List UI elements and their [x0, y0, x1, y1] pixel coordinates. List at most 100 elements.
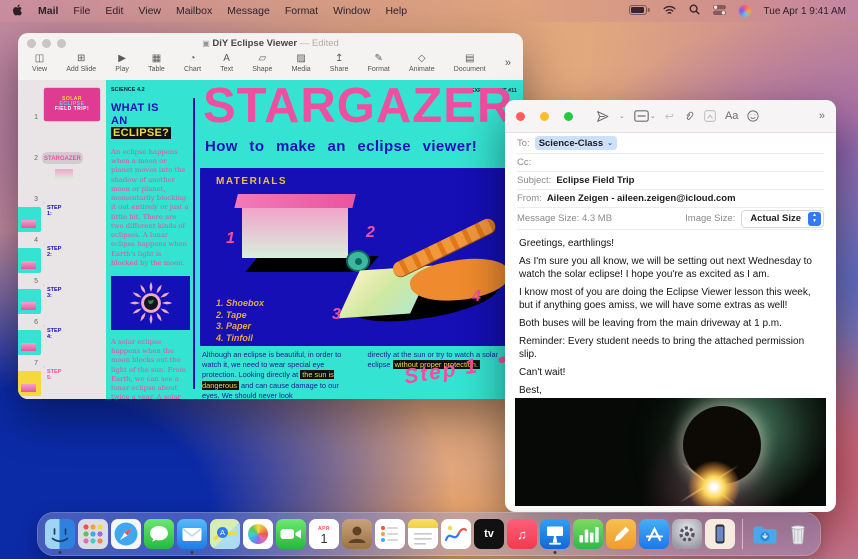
dock-launchpad[interactable]	[78, 519, 108, 549]
table-button[interactable]: ▦Table	[148, 54, 165, 73]
dock-maps[interactable]: A	[210, 519, 240, 549]
material-number-4: 4	[472, 288, 481, 306]
menu-clock[interactable]: Tue Apr 1 9:41 AM	[764, 6, 846, 17]
emoji-icon[interactable]	[747, 110, 759, 122]
chart-button[interactable]: ◔Chart	[184, 54, 201, 73]
document-icon: ▣	[202, 39, 210, 48]
dock-iphone-mirroring[interactable]	[705, 519, 735, 549]
message-size: Message Size: 4.3 MB	[517, 213, 612, 224]
column-divider	[193, 98, 195, 389]
materials-label: MATERIALS	[216, 176, 287, 187]
insert-icon[interactable]	[704, 110, 716, 122]
slide-left-column[interactable]: WHAT IS AN ECLIPSE? An eclipse happens w…	[111, 102, 190, 399]
menu-item-format[interactable]: Format	[285, 5, 318, 17]
dock-system-settings[interactable]	[672, 519, 702, 549]
chart-icon: ◔	[189, 54, 195, 66]
dock-music[interactable]: ♫	[507, 519, 537, 549]
animate-button[interactable]: ◇Animate	[409, 54, 435, 73]
minimize-button[interactable]	[540, 112, 549, 121]
wifi-icon[interactable]	[663, 5, 676, 18]
shape-button[interactable]: ▱Shape	[252, 54, 272, 73]
dock-trash[interactable]	[783, 519, 813, 549]
menu-item-window[interactable]: Window	[333, 5, 370, 17]
reply-icon[interactable]: ↩	[665, 110, 674, 123]
keynote-window: ▣ DiY Eclipse Viewer — Edited ◫View ⊞Add…	[18, 33, 523, 399]
menu-item-message[interactable]: Message	[227, 5, 270, 17]
animate-icon: ◇	[418, 54, 426, 66]
dock-photos[interactable]	[243, 519, 273, 549]
paperclip-icon[interactable]	[683, 110, 695, 123]
dock-reminders[interactable]	[375, 519, 405, 549]
send-button[interactable]	[596, 110, 609, 123]
dock-downloads[interactable]	[750, 519, 780, 549]
menu-item-mailbox[interactable]: Mailbox	[176, 5, 212, 17]
cc-field[interactable]: Cc:	[517, 154, 824, 172]
slide-thumbnail-1[interactable]: 1 SOLAR ECLIPSE FIELD TRIP!	[18, 84, 106, 125]
recipient-token[interactable]: Science-Class⌄	[535, 136, 617, 150]
control-center-icon[interactable]	[713, 5, 726, 18]
zoom-button[interactable]	[564, 112, 573, 121]
siri-icon[interactable]	[739, 5, 751, 17]
to-field[interactable]: To: Science-Class⌄	[517, 133, 824, 154]
dock-app-store[interactable]	[639, 519, 669, 549]
desktop: Mail File Edit View Mailbox Message Form…	[0, 0, 858, 559]
send-options-chevron-icon[interactable]: ⌄	[619, 112, 625, 120]
format-button[interactable]: ✎Format	[368, 54, 390, 73]
eclipse-photo-attachment[interactable]	[515, 398, 826, 506]
toolbar-overflow-button[interactable]: »	[819, 110, 825, 122]
subject-field[interactable]: Subject: Eclipse Field Trip	[517, 172, 824, 190]
material-number-3: 3	[332, 306, 341, 324]
dock-keynote[interactable]	[540, 519, 570, 549]
image-size-select[interactable]: Actual Size ▲▼	[741, 210, 824, 228]
media-button[interactable]: ▨Media	[292, 54, 311, 73]
apple-menu-icon[interactable]	[12, 4, 23, 19]
slide-canvas[interactable]: SCIENCE 4.2 EXPERIMENT #11 WHAT IS AN EC…	[106, 80, 523, 399]
menu-item-view[interactable]: View	[138, 5, 161, 17]
slide-subtitle[interactable]: How to make an eclipse viewer!	[205, 138, 477, 155]
body-paragraph: I know most of you are doing the Eclipse…	[519, 287, 822, 312]
dock-notes[interactable]	[408, 519, 438, 549]
science-tag: SCIENCE 4.2	[111, 87, 145, 93]
toolbar-overflow-button[interactable]: »	[505, 57, 511, 69]
menu-item-help[interactable]: Help	[385, 5, 407, 17]
dock-finder[interactable]	[45, 519, 75, 549]
music-note-icon: ♫	[517, 527, 527, 542]
play-button[interactable]: ▶Play	[115, 54, 129, 73]
document-button[interactable]: ▤Document	[454, 54, 486, 73]
sun-illustration[interactable]	[111, 276, 190, 330]
materials-list-item: 4. Tinfoil	[216, 333, 264, 345]
share-button[interactable]: ↥Share	[330, 54, 349, 73]
dock-calendar[interactable]: APR1	[309, 519, 339, 549]
dock-safari[interactable]	[111, 519, 141, 549]
battery-icon[interactable]	[629, 5, 650, 18]
dock-mail[interactable]	[177, 519, 207, 549]
dock-numbers[interactable]	[573, 519, 603, 549]
menu-item-edit[interactable]: Edit	[105, 5, 123, 17]
dock-freeform[interactable]	[441, 519, 471, 549]
mail-toolbar: ⌄ ⌄ ↩ Aa »	[505, 100, 836, 133]
message-body[interactable]: Greetings, earthlings! As I'm sure you a…	[505, 230, 836, 396]
dock-contacts[interactable]	[342, 519, 372, 549]
format-button[interactable]: Aa	[725, 110, 738, 122]
slide-thumbnail-2-selected[interactable]: 2 STARGAZER	[18, 125, 106, 166]
menu-item-file[interactable]: File	[73, 5, 90, 17]
view-button[interactable]: ◫View	[32, 54, 47, 73]
dock-facetime[interactable]	[276, 519, 306, 549]
dock-pages[interactable]	[606, 519, 636, 549]
add-slide-button[interactable]: ⊞Add Slide	[66, 54, 96, 73]
menu-item-mail[interactable]: Mail	[38, 5, 58, 17]
materials-box[interactable]: MATERIALS 1 2 3 4 1. Shoebox 2. Tape	[200, 168, 523, 346]
text-button[interactable]: AText	[220, 54, 233, 73]
from-field[interactable]: From: Aileen Zeigen - aileen.zeigen@iclo…	[517, 190, 824, 208]
materials-list-item: 2. Tape	[216, 310, 264, 322]
chevron-down-icon: ⌄	[607, 139, 613, 147]
body-paragraph: Reminder: Every student needs to bring t…	[519, 336, 822, 361]
dock-messages[interactable]	[144, 519, 174, 549]
spotlight-search-icon[interactable]	[689, 4, 700, 18]
material-number-1: 1	[226, 230, 235, 248]
header-fields-button[interactable]: ⌄	[634, 110, 656, 122]
body-paragraph: Best,	[519, 385, 822, 396]
dock-tv[interactable]: tv	[474, 519, 504, 549]
close-button[interactable]	[516, 112, 525, 121]
slide-title[interactable]: STARGAZER	[203, 80, 513, 134]
